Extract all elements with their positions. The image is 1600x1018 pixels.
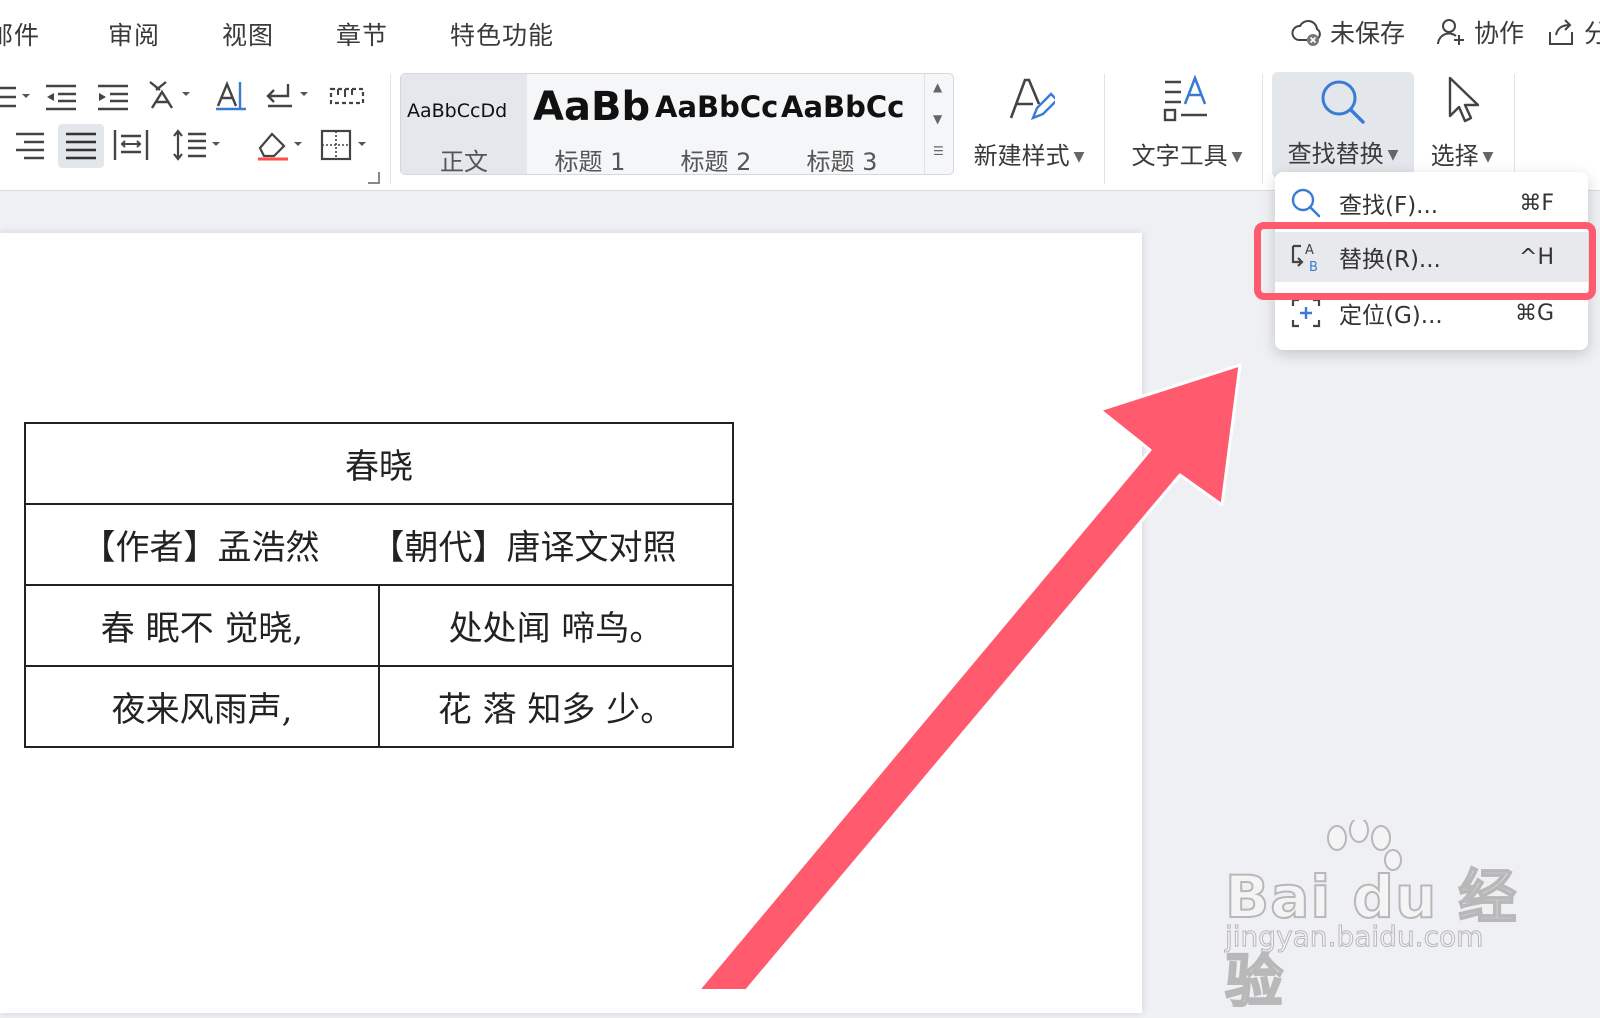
border-icon[interactable] — [318, 128, 374, 162]
poem-line-cell[interactable]: 花 落 知多 少。 — [378, 665, 734, 748]
unsaved-label: 未保存 — [1330, 19, 1406, 48]
menu-item-find[interactable]: 查找(F)... ⌘F — [1275, 178, 1588, 228]
unsaved-button[interactable]: 未保存 — [1290, 14, 1405, 50]
menu-item-find-label: 查找(F)... — [1339, 193, 1439, 219]
ruler-icon[interactable] — [328, 80, 366, 114]
bullet-list-icon[interactable] — [0, 80, 32, 114]
document-page[interactable]: 春晓 【作者】孟浩然 【朝代】唐译文对照 春 眠不 觉晓, 处处闻 啼鸟。 夜来… — [0, 233, 1142, 1013]
find-replace-label: 查找替换 — [1287, 140, 1384, 168]
goto-icon — [1291, 298, 1321, 328]
new-style-label: 新建样式 — [973, 142, 1070, 170]
poem-title-cell[interactable]: 春晓 — [24, 422, 734, 505]
menu-item-goto-label: 定位(G)... — [1339, 303, 1443, 329]
style-gallery: AaBbCcDd 正文 AaBb( 标题 1 AaBbCc 标题 2 AaBbC… — [400, 73, 954, 175]
text-direction-icon[interactable] — [212, 78, 250, 112]
poem-line-cell[interactable]: 夜来风雨声, — [24, 665, 380, 748]
text-tools-icon — [1163, 74, 1207, 122]
menu-mail[interactable]: 邮件 — [0, 16, 40, 52]
menu-special-features[interactable]: 特色功能 — [450, 16, 554, 52]
cloud-icon — [1291, 20, 1321, 46]
new-style-button[interactable]: 新建样式 ▼ — [964, 74, 1094, 171]
menu-view[interactable]: 视图 — [222, 16, 274, 52]
chevron-down-icon: ▼ — [1387, 147, 1399, 163]
menu-section[interactable]: 章节 — [336, 16, 388, 52]
style-heading-3-label: 标题 3 — [806, 148, 878, 174]
style-heading-2-label: 标题 2 — [680, 148, 752, 174]
ribbon-divider — [1104, 74, 1105, 184]
cursor-arrow-icon — [1448, 76, 1480, 123]
text-tools-button[interactable]: 文字工具 ▼ — [1122, 74, 1252, 171]
person-add-icon — [1437, 19, 1464, 45]
style-normal-preview: AaBbCcDd — [407, 100, 508, 122]
poem-table: 春晓 【作者】孟浩然 【朝代】唐译文对照 春 眠不 觉晓, 处处闻 啼鸟。 夜来… — [24, 422, 734, 748]
style-heading-2-preview: AaBbCc — [655, 90, 779, 124]
menu-review[interactable]: 审阅 — [108, 16, 160, 52]
menu-item-goto-shortcut: ⌘G — [1514, 300, 1554, 326]
watermark-url: jingyan.baidu.com — [1224, 920, 1484, 954]
collaborate-button[interactable]: 协作 — [1434, 14, 1524, 50]
line-spacing-icon[interactable] — [170, 128, 226, 162]
gallery-scroll[interactable]: ▲ ▼ ☰ — [924, 74, 953, 174]
align-right-icon[interactable] — [10, 128, 48, 162]
style-heading-2[interactable]: AaBbCc 标题 2 — [653, 74, 779, 174]
poem-meta-cell[interactable]: 【作者】孟浩然 【朝代】唐译文对照 — [24, 503, 734, 586]
new-style-icon — [1009, 78, 1055, 121]
style-heading-1[interactable]: AaBb( 标题 1 — [527, 74, 653, 174]
select-label: 选择 — [1430, 142, 1479, 170]
share-button[interactable]: 分 — [1544, 14, 1600, 50]
text-tools-label: 文字工具 — [1131, 142, 1228, 170]
style-normal[interactable]: AaBbCcDd 正文 — [401, 74, 527, 174]
chevron-down-icon: ▼ — [1482, 149, 1494, 165]
style-heading-1-preview: AaBb( — [533, 84, 653, 130]
style-heading-3[interactable]: AaBbCc 标题 3 — [779, 74, 925, 174]
decrease-indent-icon[interactable] — [42, 80, 80, 114]
line-break-icon[interactable] — [264, 78, 314, 112]
search-icon — [1321, 80, 1365, 124]
highlight-annotation-box — [1254, 222, 1596, 300]
scroll-down-icon[interactable]: ▼ — [933, 112, 942, 126]
style-heading-3-preview: AaBbCc — [781, 90, 905, 124]
gallery-expand-icon[interactable]: ☰ — [933, 144, 944, 158]
poem-line-cell[interactable]: 处处闻 啼鸟。 — [378, 584, 734, 667]
select-button[interactable]: 选择 ▼ — [1420, 74, 1504, 171]
chinese-layout-icon[interactable] — [146, 78, 196, 112]
ribbon-divider — [1262, 74, 1263, 184]
share-icon — [1549, 19, 1573, 45]
paragraph-settings-corner-icon[interactable] — [368, 172, 380, 184]
style-heading-1-label: 标题 1 — [554, 148, 626, 174]
collaborate-label: 协作 — [1474, 19, 1525, 48]
chevron-down-icon: ▼ — [1073, 149, 1085, 165]
justify-icon[interactable] — [58, 124, 104, 168]
chevron-down-icon: ▼ — [1231, 149, 1243, 165]
find-replace-button[interactable]: 查找替换 ▼ — [1272, 72, 1414, 178]
baidu-watermark: Bai du 经验 jingyan.baidu.com — [1224, 820, 1525, 1016]
share-label: 分 — [1584, 19, 1600, 48]
ribbon-divider — [390, 74, 391, 184]
menu-bar: 邮件 审阅 视图 章节 特色功能 未保存 协作 分 — [0, 0, 1600, 66]
style-normal-label: 正文 — [440, 148, 488, 174]
scroll-up-icon[interactable]: ▲ — [933, 80, 942, 94]
poem-line-cell[interactable]: 春 眠不 觉晓, — [24, 584, 380, 667]
increase-indent-icon[interactable] — [94, 80, 132, 114]
distribute-icon[interactable] — [112, 128, 150, 162]
menu-item-find-shortcut: ⌘F — [1519, 190, 1554, 216]
search-icon — [1291, 188, 1321, 218]
ribbon-divider — [1514, 74, 1515, 184]
shading-icon[interactable] — [254, 128, 310, 162]
